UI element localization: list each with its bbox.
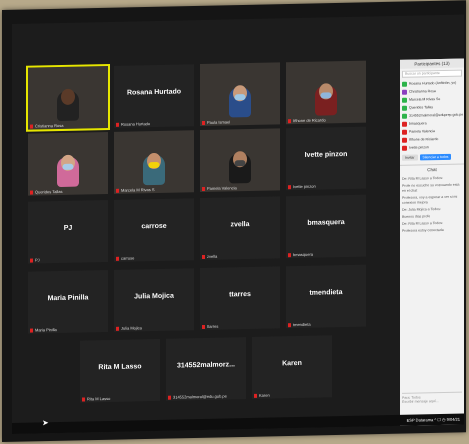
participant-tile[interactable]: Karen Karen — [252, 335, 332, 399]
participant-name-tag: Rita M Lasso — [82, 396, 110, 402]
participant-name-tag: bmasquera — [288, 252, 313, 258]
chat-message: De: Rita M Lasso a Todos: — [402, 175, 443, 181]
participant-tile[interactable]: Querides Tallas — [28, 131, 108, 196]
participant-tile[interactable]: Ivette pinzon Ivette pinzon — [286, 126, 366, 191]
participant-tile[interactable]: Rosana Hurtado Rosana Hurtado — [114, 64, 194, 128]
participant-display-name: ttarres — [229, 290, 251, 299]
mute-all-button[interactable]: Silenciar a todos — [419, 153, 452, 161]
participant-list-name: 314552malmoral@eduprep.gob.pe — [409, 112, 464, 118]
participant-tile[interactable]: Iñhone de Ricardo — [286, 60, 366, 125]
participant-name-tag: ttarres — [202, 324, 218, 329]
chat-input[interactable]: Escribir mensaje aquí... — [402, 399, 462, 404]
participant-display-name: Ivette pinzon — [304, 150, 348, 159]
participant-display-name: bmasquera — [307, 219, 345, 227]
participant-name-tag: tmendieta — [288, 322, 311, 327]
participant-search-input[interactable]: Buscar un participante — [402, 69, 462, 78]
participant-tile[interactable]: Cristianna Rosa — [26, 63, 110, 132]
chat-message: Profesora, voy a esperar a ver si mi con… — [402, 194, 458, 205]
participant-display-name: Karen — [282, 359, 302, 368]
participant-name-tag: Ivette pinzon — [288, 184, 316, 190]
chat-message: De: Rita M Lasso a Todos: — [402, 220, 443, 226]
chat-message: De: Julia Mojica a Todos: — [402, 207, 441, 212]
participant-name-tag: carrose — [116, 255, 134, 260]
participant-display-name: carrose — [141, 222, 167, 231]
face-mask — [320, 92, 332, 99]
avatar — [402, 137, 407, 143]
participant-name-tag: Pamela Valencia — [202, 185, 237, 191]
chat-message: Profe no escucho su vozcuando esta en el… — [402, 182, 460, 193]
video-grid: Cristianna Rosa Rosana Hurtado Rosana Hurt… — [26, 60, 398, 434]
participant-list-name: Iñhone de Riciardo — [409, 137, 439, 142]
participant-list-name: Pamela Valencia — [409, 129, 436, 134]
participant-name-tag: 314552malmoral@edu.gob.pe — [168, 393, 227, 399]
participant-tile[interactable]: Marcela M Rivas S — [114, 130, 194, 194]
participant-name-tag: Querides Tallas — [30, 189, 63, 195]
participant-display-name: Julia Mojica — [134, 292, 174, 301]
participant-display-name: Rita M Lasso — [98, 363, 142, 372]
avatar — [402, 81, 407, 87]
face-mask — [234, 94, 246, 101]
avatar — [402, 105, 407, 111]
participant-tile[interactable]: bmasquera bmasquera — [286, 194, 366, 259]
participant-display-name: Rosana Hurtado — [126, 88, 182, 97]
participant-display-name: PJ — [63, 224, 73, 232]
chat-message: Buenos dias profe — [402, 214, 431, 219]
participants-title: Participantes (13) — [400, 58, 464, 69]
avatar — [402, 121, 407, 127]
participant-name-tag: Paula Ismael — [202, 119, 230, 125]
chat-messages: De: Rita M Lasso a Todos: Profe no escuch… — [400, 176, 464, 234]
zoom-window: Cristianna Rosa Rosana Hurtado Rosana Hurt… — [12, 14, 464, 434]
participant-tile[interactable]: ttarres ttarres — [200, 266, 280, 331]
chat-input-area[interactable]: Para: Todos Escribir mensaje aquí... — [402, 391, 462, 408]
avatar — [402, 129, 407, 135]
avatar — [402, 97, 407, 103]
participant-display-name: 314552malmorz... — [177, 361, 235, 370]
participant-list-name: Marcela M Rivas Se — [409, 97, 441, 102]
avatar — [402, 145, 407, 151]
face-mask — [62, 163, 74, 170]
participant-tile[interactable]: tmendieta tmendieta — [286, 264, 366, 329]
participant-list-name: Christianna Rosa — [409, 89, 436, 94]
participant-list-name: bmasquera — [409, 121, 427, 126]
mouse-cursor-icon: ➤ — [42, 418, 49, 428]
participant-name-tag: Cristianna Rosa — [30, 123, 63, 129]
participant-display-name: tmendieta — [309, 289, 343, 297]
participant-list: Rosana Hurtado (Anfitrión, yo) Christiann… — [400, 79, 464, 152]
face-mask — [234, 160, 246, 167]
participant-tile[interactable]: Paula Ismael — [200, 62, 280, 127]
participant-name-tag: Rosana Hurtado — [116, 121, 150, 127]
avatar — [402, 113, 407, 119]
participant-tile[interactable]: Maria Pinilla Maria Pinilla — [28, 269, 108, 334]
participant-tile[interactable]: Rita M Lasso Rita M Lasso — [80, 338, 160, 403]
participant-list-name: Rosana Hurtado (Anfitrión, yo) — [409, 80, 457, 86]
participant-tile[interactable]: PJ PJ — [28, 199, 108, 264]
participant-list-name: Ivette pinzon — [409, 145, 429, 150]
system-tray: ESP Datarama ^ ☐ ◷ 9/04/21 — [406, 416, 460, 423]
participant-list-item[interactable]: Ivette pinzon — [400, 143, 464, 152]
side-panel: Participantes (13) Buscar un participant… — [400, 58, 464, 426]
participant-tile[interactable]: 314552malmorz... 314552malmoral@edu.gob.p… — [166, 337, 246, 401]
participant-tile[interactable]: Pamela Valencia — [200, 128, 280, 193]
participant-list-name: Querides Tallas — [409, 105, 434, 110]
participant-name-tag: Julia Mojica — [116, 325, 142, 331]
face-mask — [148, 161, 160, 169]
participant-tile[interactable]: Julia Mojica Julia Mojica — [114, 268, 194, 332]
participant-name-tag: Karen — [254, 393, 270, 398]
participant-name-tag: Marcela M Rivas S — [116, 187, 155, 193]
participant-name-tag: Maria Pinilla — [30, 327, 57, 333]
chat-message: Profesora estoy conectada — [402, 227, 444, 233]
participant-name-tag: PJ — [30, 257, 40, 262]
participant-tile[interactable]: carrose carrose — [114, 198, 194, 262]
avatar — [402, 89, 407, 95]
participant-name-tag: zvella — [202, 254, 217, 259]
participant-name-tag: Iñhone de Ricardo — [288, 117, 326, 123]
participant-tile[interactable]: zvella zvella — [200, 196, 280, 261]
participant-display-name: Maria Pinilla — [47, 294, 89, 303]
participant-display-name: zvella — [230, 221, 250, 229]
chat-title: Chat — [400, 163, 464, 175]
invite-button[interactable]: Invitar — [402, 154, 418, 161]
